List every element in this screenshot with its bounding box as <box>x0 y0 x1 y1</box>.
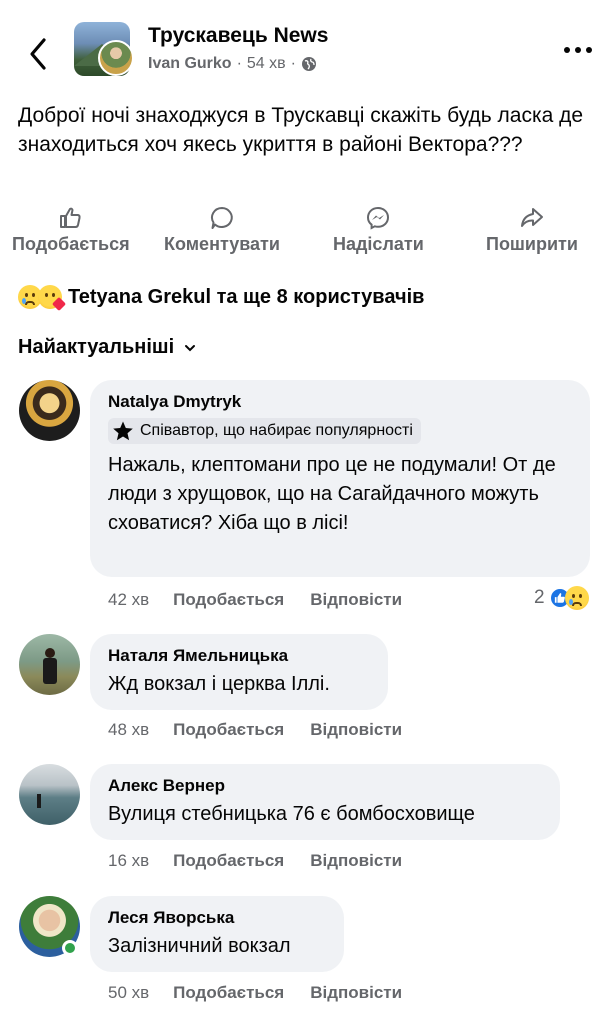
comment-bubble: Леся Яворська Залізничний вокзал <box>90 896 344 972</box>
avatar[interactable] <box>19 380 80 441</box>
like-icon <box>59 207 81 228</box>
comment-text: Вулиця стебницька 76 є бомбосховище <box>108 803 475 825</box>
comment-bubble: Наталя Ямельницька Жд вокзал і церква Іл… <box>90 634 388 710</box>
back-button[interactable] <box>24 36 52 72</box>
comment-meta: 16 хв Подобається Відповісти <box>108 851 402 871</box>
comment-like-button[interactable]: Подобається <box>173 851 284 871</box>
comment-author[interactable]: Леся Яворська <box>108 908 326 928</box>
send-label: Надіслати <box>333 234 424 254</box>
reactions-summary[interactable]: Tetyana Grekul та ще 8 користувачів <box>18 282 424 312</box>
comment-like-button[interactable]: Подобається <box>173 720 284 740</box>
like-button[interactable]: Подобається <box>12 205 130 255</box>
messenger-icon <box>367 206 390 230</box>
send-button[interactable]: Надіслати <box>333 205 424 255</box>
share-icon <box>520 208 543 227</box>
post-header: Трускавець News Ivan Gurko · 54 хв · <box>0 0 616 100</box>
more-icon <box>564 47 570 53</box>
post-text: Доброї ночі знаходжуся в Трускавці скажі… <box>18 104 584 156</box>
avatar[interactable] <box>19 634 80 695</box>
reaction-count: 2 <box>534 587 545 608</box>
sad-reaction-icon <box>564 586 589 610</box>
comment-reply-button[interactable]: Відповісти <box>310 983 402 1003</box>
comment-text: Жд вокзал і церква Іллі. <box>108 673 330 695</box>
comment-author[interactable]: Наталя Ямельницька <box>108 646 370 666</box>
comment-text: Залізничний вокзал <box>108 935 291 957</box>
author-avatar[interactable] <box>98 40 134 76</box>
post-meta: Ivan Gurko · 54 хв · <box>148 55 317 73</box>
reactions-summary-text: Tetyana Grekul та ще 8 користувачів <box>68 285 425 308</box>
share-label: Поширити <box>486 234 578 254</box>
comment-meta: 50 хв Подобається Відповісти <box>108 983 402 1003</box>
comment-like-button[interactable]: Подобається <box>173 590 284 610</box>
comment-meta: 42 хв Подобається Відповісти <box>108 590 402 610</box>
badge-label: Співавтор, що набирає популярності <box>140 422 413 439</box>
status-badge[interactable]: Співавтор, що набирає популярності <box>108 418 421 444</box>
comment-reply-button[interactable]: Відповісти <box>310 720 402 740</box>
comment-like-button[interactable]: Подобається <box>173 983 284 1003</box>
comment-icon <box>211 207 233 229</box>
online-status-indicator <box>62 940 78 956</box>
comment-bubble: Natalya Dmytryk Співавтор, що набирає по… <box>90 380 590 577</box>
globe-icon <box>301 57 316 71</box>
share-button[interactable]: Поширити <box>486 205 578 255</box>
comment-meta: 48 хв Подобається Відповісти <box>108 720 402 740</box>
comment-reply-button[interactable]: Відповісти <box>310 851 402 871</box>
like-label: Подобається <box>12 234 130 254</box>
comment-time[interactable]: 48 хв <box>108 720 149 740</box>
post-author[interactable]: Ivan Gurko <box>148 55 232 73</box>
meta-separator: · <box>236 55 242 72</box>
care-reaction-icon <box>38 285 67 312</box>
comment-author[interactable]: Natalya Dmytryk <box>108 392 572 412</box>
avatar[interactable] <box>19 764 80 825</box>
comment-bubble: Алекс Вернер Вулиця стебницька 76 є бомб… <box>90 764 560 840</box>
comment-author[interactable]: Алекс Вернер <box>108 776 542 796</box>
comment-reaction-count[interactable]: 2 <box>534 586 589 610</box>
comment-button[interactable]: Коментувати <box>164 205 280 255</box>
meta-separator: · <box>290 55 296 72</box>
comment-time[interactable]: 16 хв <box>108 851 149 871</box>
comment-time[interactable]: 50 хв <box>108 983 149 1003</box>
comment-time[interactable]: 42 хв <box>108 590 149 610</box>
comment-sort-dropdown[interactable]: Найактуальніші <box>18 336 196 359</box>
sort-label: Найактуальніші <box>18 336 175 358</box>
more-icon <box>586 47 592 53</box>
more-icon <box>575 47 581 53</box>
comment-text: Нажаль, клептомани про це не подумали! О… <box>108 454 556 534</box>
chevron-down-icon <box>185 344 196 351</box>
post-action-bar: Подобається Коментувати Надіслати Пошири… <box>0 205 616 265</box>
more-options-button[interactable] <box>560 38 596 62</box>
back-arrow-icon <box>30 38 46 70</box>
group-name[interactable]: Трускавець News <box>148 24 328 48</box>
comment-reply-button[interactable]: Відповісти <box>310 590 402 610</box>
star-badge-icon <box>113 421 133 441</box>
post-time[interactable]: 54 хв <box>247 55 286 73</box>
comment-label: Коментувати <box>164 234 280 254</box>
